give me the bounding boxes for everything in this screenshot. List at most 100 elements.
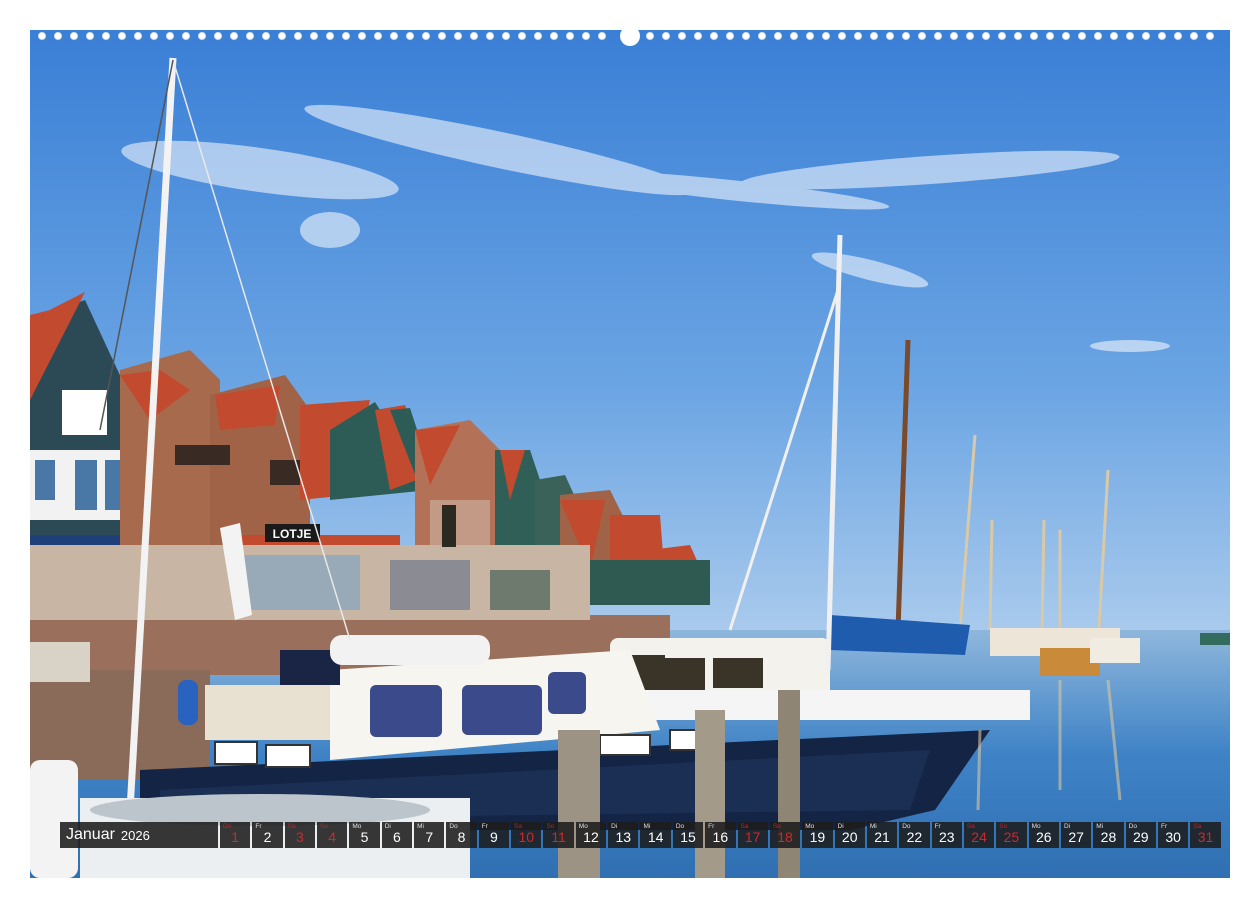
piling <box>778 690 800 878</box>
calendar-day: Mi 14 <box>640 822 671 848</box>
year-label: 2026 <box>120 827 150 843</box>
day-number: 21 <box>874 829 890 845</box>
binding-ring <box>917 31 927 41</box>
binding-ring <box>309 31 319 41</box>
day-number: 25 <box>1003 829 1020 845</box>
calendar-day: Sa 24 <box>963 822 995 848</box>
day-number: 24 <box>971 829 987 845</box>
binding-ring <box>1029 31 1039 41</box>
binding-ring <box>405 31 415 41</box>
binding-ring <box>197 31 207 41</box>
binding-ring <box>741 31 751 41</box>
binding-ring <box>149 31 159 41</box>
binding-ring <box>181 31 191 41</box>
weekday-abbr: Fr <box>255 823 262 830</box>
binding-ring <box>853 31 863 41</box>
day-number: 9 <box>490 829 498 845</box>
piling <box>695 710 725 878</box>
day-number: 18 <box>777 829 793 845</box>
day-number: 29 <box>1133 829 1149 845</box>
binding-ring <box>453 31 463 41</box>
binding-ring <box>645 31 655 41</box>
binding-ring <box>37 31 47 41</box>
calendar-day: Fr 30 <box>1157 822 1189 848</box>
day-number: 6 <box>392 829 401 845</box>
day-number: 28 <box>1100 829 1117 845</box>
calendar-day: Di 27 <box>1060 822 1092 848</box>
calendar-day: So 11 <box>543 822 574 848</box>
binding-ring <box>101 31 111 41</box>
day-number: 8 <box>457 829 466 845</box>
binding-ring <box>389 31 399 41</box>
calendar-day: Fr 2 <box>252 822 283 848</box>
binding-ring <box>1125 31 1135 41</box>
day-number: 23 <box>938 829 955 845</box>
calendar-day: Mo 26 <box>1028 822 1059 848</box>
binding-ring <box>437 31 447 41</box>
binding-ring <box>677 31 687 41</box>
day-number: 1 <box>231 829 240 845</box>
binding-ring <box>949 31 959 41</box>
weekday-abbr: Di <box>384 823 391 830</box>
binding-ring <box>885 31 895 41</box>
binding-ring <box>965 31 975 41</box>
binding-ring <box>325 31 335 41</box>
month-name: Januar <box>66 826 115 843</box>
binding-ring <box>789 31 799 41</box>
binding-ring <box>357 31 367 41</box>
calendar-day: So 18 <box>769 822 801 848</box>
binding-ring <box>293 31 303 41</box>
calendar-day: So 25 <box>996 822 1027 848</box>
binding-ring <box>53 31 63 41</box>
binding-ring <box>117 31 127 41</box>
calendar-day: Di 13 <box>608 822 639 848</box>
weekday-abbr: Mi <box>417 823 424 830</box>
spiral-binding <box>37 30 1215 46</box>
day-number: 15 <box>680 829 696 845</box>
binding-ring <box>1189 31 1199 41</box>
calendar-day: Do 29 <box>1125 822 1156 848</box>
calendar-day: Sa 31 <box>1190 822 1221 848</box>
weekday-abbr: Fr <box>481 823 488 830</box>
binding-ring <box>693 31 703 41</box>
binding-ring <box>373 31 383 41</box>
binding-ring <box>821 31 831 41</box>
calendar-day: Mo 5 <box>349 822 380 848</box>
calendar-day: Mi 21 <box>866 822 898 848</box>
binding-ring <box>1205 31 1215 41</box>
binding-ring <box>869 31 879 41</box>
calendar-day: Mi 28 <box>1093 822 1124 848</box>
binding-ring <box>1077 31 1087 41</box>
binding-ring <box>997 31 1007 41</box>
binding-ring <box>1157 31 1167 41</box>
binding-ring <box>133 31 143 41</box>
binding-ring <box>757 31 767 41</box>
binding-ring <box>725 31 735 41</box>
day-number: 30 <box>1165 829 1181 845</box>
day-number: 16 <box>712 829 729 845</box>
binding-ring <box>469 31 479 41</box>
binding-ring <box>773 31 783 41</box>
calendar-day: Fr 23 <box>931 822 962 848</box>
calendar-day: Di 20 <box>834 822 865 848</box>
binding-ring <box>85 31 95 41</box>
calendar-day: Do 15 <box>672 822 704 848</box>
day-number: 22 <box>906 829 923 845</box>
binding-ring <box>709 31 719 41</box>
calendar-day: Mi 7 <box>414 822 445 848</box>
binding-ring <box>533 31 543 41</box>
binding-ring <box>421 31 431 41</box>
calendar-day: Sa 3 <box>284 822 316 848</box>
binding-ring <box>245 31 255 41</box>
day-number: 31 <box>1197 829 1214 845</box>
binding-ring <box>501 31 511 41</box>
piling <box>558 730 600 878</box>
binding-ring <box>485 31 495 41</box>
binding-ring <box>1045 31 1055 41</box>
binding-ring <box>837 31 847 41</box>
day-number: 5 <box>360 829 369 845</box>
calendar-day: Do 1 <box>220 822 251 848</box>
weekday-abbr: Sa <box>287 823 296 830</box>
calendar-day: So 4 <box>317 822 348 848</box>
weekday-abbr: So <box>320 823 328 830</box>
